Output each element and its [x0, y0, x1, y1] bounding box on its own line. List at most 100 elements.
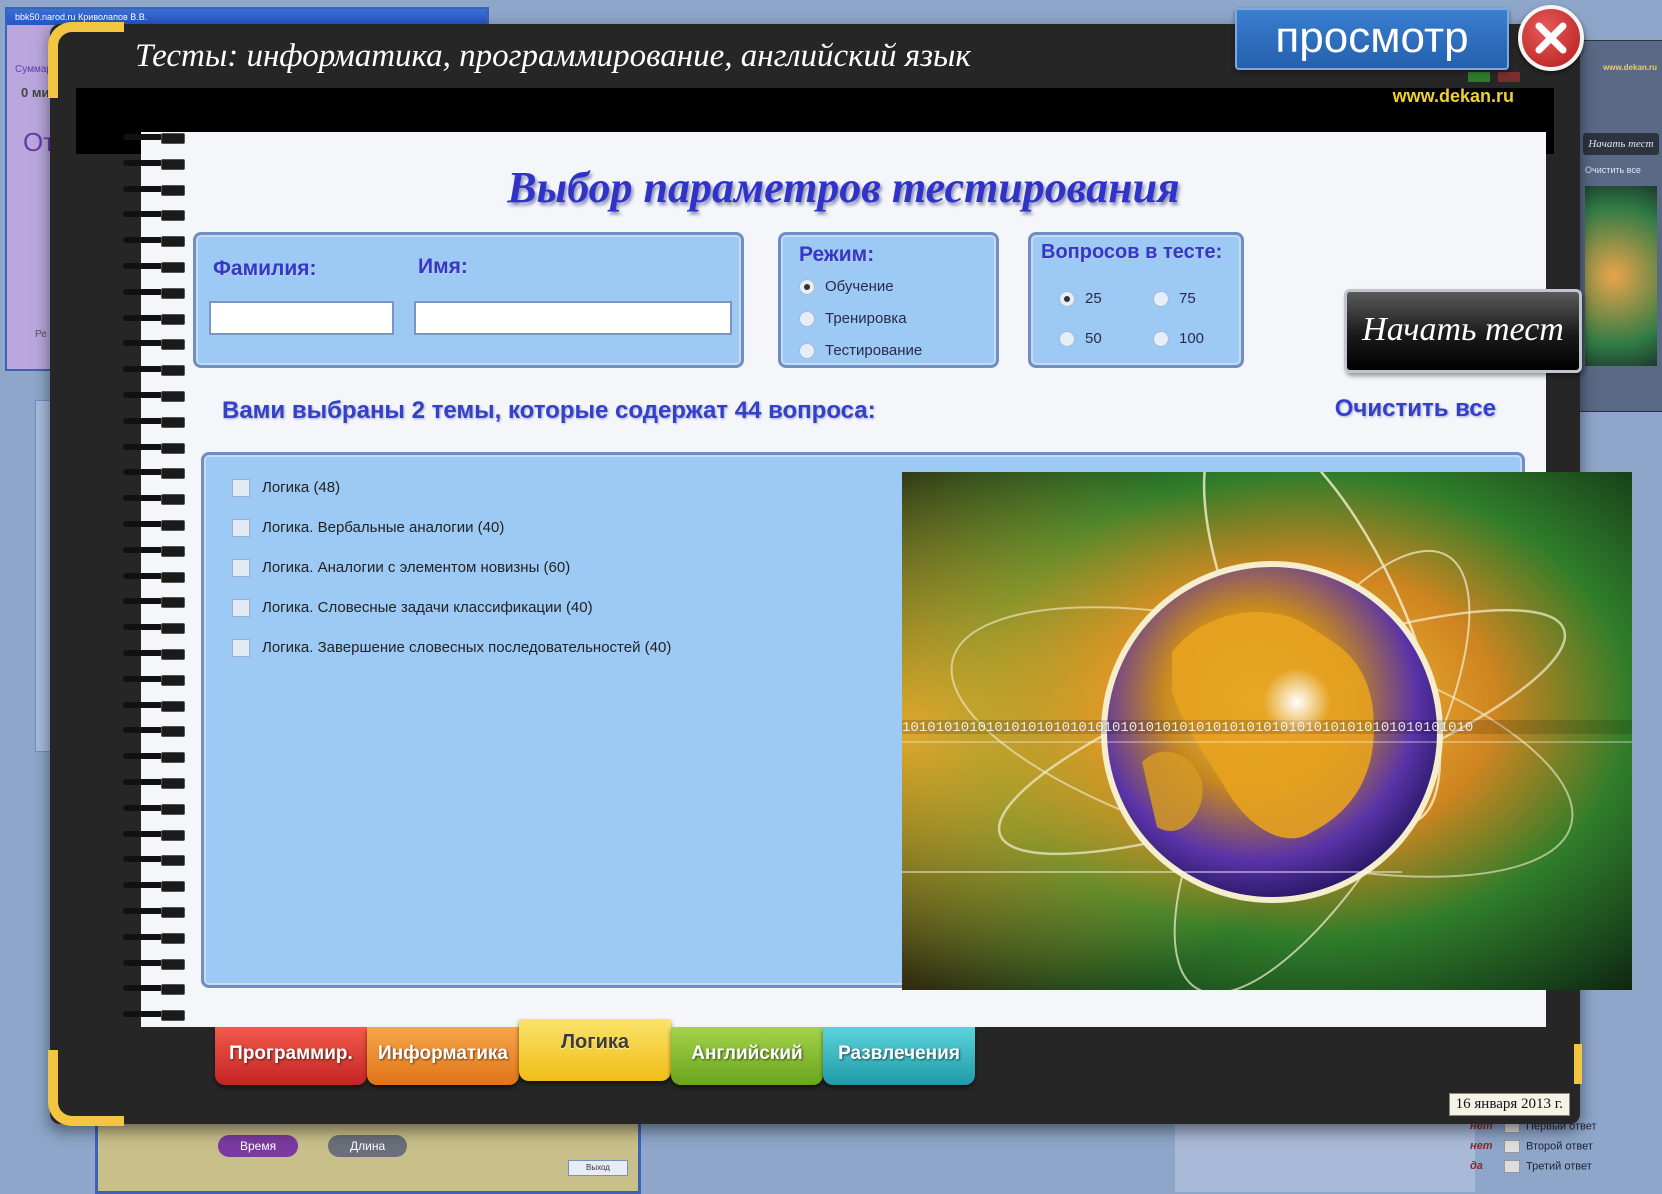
selection-summary: Вами выбраны 2 темы, которые содержат 44…	[222, 397, 876, 424]
site-url[interactable]: www.dekan.ru	[1393, 86, 1514, 107]
clear-all-link[interactable]: Очистить все	[1335, 395, 1496, 423]
mode-option-training[interactable]: Обучение	[799, 277, 894, 297]
radio-icon	[1059, 331, 1075, 348]
topic-item[interactable]: Логика. Вербальные аналогии (40)	[232, 517, 504, 539]
globe-illustration: 1010101010101010101010101010101010101010…	[902, 472, 1632, 990]
spiral-ring	[123, 416, 189, 428]
spiral-ring	[123, 313, 189, 325]
background-start-button: Начать тест	[1583, 133, 1659, 155]
questions-label: Вопросов в тесте:	[1041, 241, 1223, 263]
checkbox-icon	[232, 479, 250, 498]
close-icon	[1535, 22, 1567, 54]
checkbox-icon	[232, 599, 250, 618]
window-close-icon[interactable]	[1498, 72, 1520, 82]
preview-button[interactable]: просмотр	[1235, 8, 1509, 70]
tab-programming[interactable]: Программир.	[215, 1027, 367, 1085]
questions-option-75[interactable]: 75	[1153, 289, 1196, 309]
questions-option-25[interactable]: 25	[1059, 289, 1102, 309]
topic-item[interactable]: Логика. Словесные задачи классификации (…	[232, 597, 593, 619]
spiral-ring	[123, 442, 189, 454]
spiral-ring	[123, 674, 189, 686]
close-button[interactable]	[1518, 5, 1584, 71]
mode-option-testing[interactable]: Тестирование	[799, 341, 922, 361]
app-title: Тесты: информатика, программирование, ан…	[135, 38, 971, 74]
page-heading: Выбор параметров тестирования	[507, 163, 1180, 212]
tab-informatics[interactable]: Информатика	[367, 1027, 519, 1085]
spiral-ring	[123, 984, 189, 996]
radio-icon	[1153, 331, 1169, 348]
name-input[interactable]	[414, 301, 732, 335]
spiral-ring	[123, 726, 189, 738]
tab-logic[interactable]: Логика	[519, 1019, 671, 1081]
spiral-ring	[123, 184, 189, 196]
notebook-spiral	[123, 129, 193, 1034]
background-label: Ре	[35, 329, 47, 340]
app-window: Тесты: информатика, программирование, ан…	[48, 22, 1632, 1126]
exit-button: Выход	[568, 1160, 628, 1176]
spiral-ring	[123, 262, 189, 273]
minimize-icon[interactable]	[1467, 72, 1490, 82]
mode-box: Режим: Обучение Тренировка Тестирование	[778, 232, 999, 368]
surname-label: Фамилия:	[213, 257, 317, 280]
spiral-ring	[123, 803, 189, 815]
spiral-ring	[123, 649, 189, 660]
spiral-ring	[123, 133, 189, 144]
spiral-ring	[123, 778, 189, 789]
spiral-ring	[123, 700, 189, 712]
time-pill: Время	[218, 1135, 299, 1157]
spiral-ring	[123, 829, 189, 841]
notebook-page: Выбор параметров тестирования Фамилия: И…	[141, 132, 1632, 1027]
radio-icon	[799, 343, 815, 360]
checkbox-icon	[232, 559, 250, 578]
topics-panel: Логика (48) Логика. Вербальные аналогии …	[201, 452, 1632, 990]
background-label: 0 ми	[21, 85, 50, 100]
spiral-ring	[123, 391, 189, 402]
background-image	[1585, 186, 1657, 366]
spiral-ring	[123, 365, 189, 377]
background-bottom-window: Время Длина Выход	[95, 1112, 641, 1194]
name-label: Имя:	[418, 255, 468, 278]
topic-item[interactable]: Логика. Аналогии с элементом новизны (60…	[232, 557, 570, 579]
spiral-ring	[123, 623, 189, 635]
spiral-ring	[123, 339, 189, 351]
spiral-ring	[123, 958, 189, 970]
background-right-window: www.dekan.ru Начать тест Очистить все	[1578, 40, 1662, 412]
radio-icon	[799, 311, 815, 328]
current-date: 16 января 2013 г.	[1448, 1093, 1570, 1116]
radio-selected-icon	[1059, 291, 1075, 308]
background-clear-link: Очистить все	[1585, 165, 1641, 175]
spiral-ring	[123, 520, 189, 531]
mode-label: Режим:	[799, 243, 875, 266]
questions-option-100[interactable]: 100	[1153, 329, 1204, 349]
radio-selected-icon	[799, 279, 815, 296]
radio-icon	[1153, 291, 1169, 308]
window-controls	[1464, 69, 1520, 87]
topic-item[interactable]: Логика. Завершение словесных последовате…	[232, 637, 671, 659]
questions-box: Вопросов в тесте: 25 75 50 100	[1028, 232, 1244, 368]
tab-english[interactable]: Английский	[671, 1027, 823, 1085]
tab-entertainment[interactable]: Развлечения	[823, 1027, 975, 1085]
background-answer-list: нет Первый ответ нет Второй ответ да Третий…	[1470, 1120, 1597, 1180]
mode-option-practice[interactable]: Тренировка	[799, 309, 907, 329]
binary-code-text: 1010101010101010101010101010101010101010…	[902, 720, 1473, 736]
spiral-ring	[123, 236, 189, 248]
checkbox-icon	[232, 519, 250, 538]
name-box: Фамилия: Имя:	[193, 232, 744, 368]
surname-input[interactable]	[209, 301, 394, 335]
start-test-button[interactable]: Начать тест	[1344, 289, 1582, 373]
spiral-ring	[123, 494, 189, 506]
topic-item[interactable]: Логика (48)	[232, 477, 340, 499]
spiral-ring	[123, 158, 189, 170]
frame-corner	[48, 22, 124, 98]
questions-option-50[interactable]: 50	[1059, 329, 1102, 349]
spiral-ring	[123, 571, 189, 583]
background-url: www.dekan.ru	[1603, 63, 1657, 72]
background-panel	[1175, 1120, 1475, 1192]
spiral-ring	[123, 752, 189, 764]
spiral-ring	[123, 287, 189, 299]
answer-row: да Третий ответ	[1470, 1160, 1592, 1173]
spiral-ring	[123, 545, 189, 557]
frame-corner	[48, 1050, 124, 1126]
spiral-ring	[123, 210, 189, 222]
spiral-ring	[123, 881, 189, 893]
